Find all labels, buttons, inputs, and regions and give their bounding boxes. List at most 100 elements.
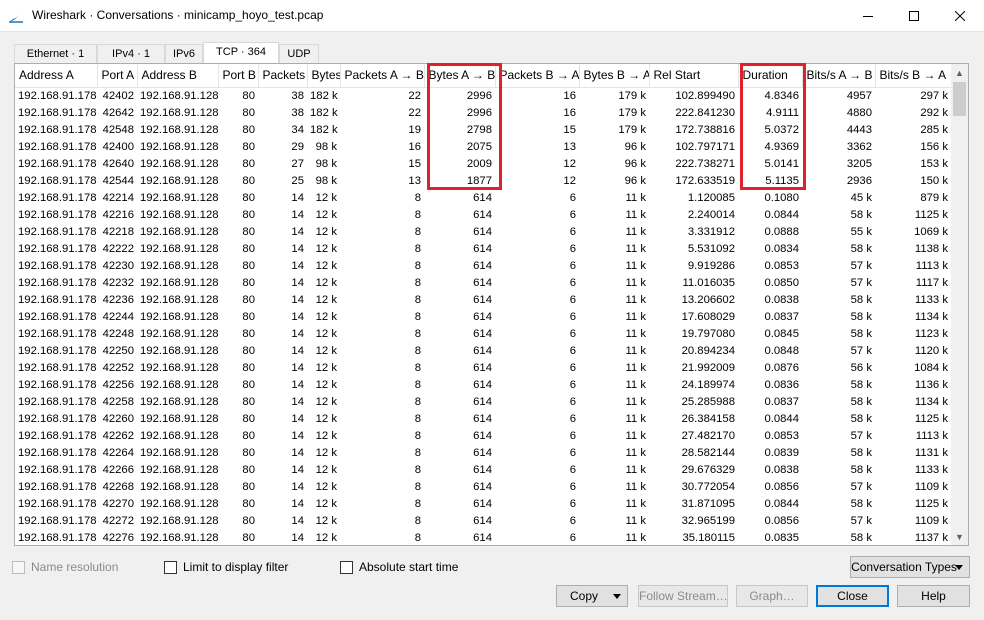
table-row[interactable]: 192.168.91.178 42250 192.168.91.128 80 14 12 … <box>15 343 951 360</box>
conversation-types-button[interactable]: Conversation Types <box>850 556 970 578</box>
column-header[interactable]: Duration <box>738 64 803 88</box>
copy-button[interactable]: Copy <box>556 585 628 607</box>
table-row[interactable]: 192.168.91.178 42272 192.168.91.128 80 14 12 … <box>15 513 951 530</box>
table-row[interactable]: 192.168.91.178 42270 192.168.91.128 80 14 12 … <box>15 496 951 513</box>
tab-ethernet[interactable]: Ethernet · 1 <box>14 44 97 64</box>
graph-button[interactable]: Graph… <box>736 585 808 607</box>
table-cell: 3205 <box>846 157 872 170</box>
table-cell: 192.168.91.128 <box>140 310 218 323</box>
table-cell: 12 k <box>315 480 337 493</box>
table-row[interactable]: 192.168.91.178 42642 192.168.91.128 80 38 182… <box>15 105 951 122</box>
table-cell: 12 k <box>315 191 337 204</box>
close-icon[interactable] <box>937 0 983 32</box>
table-cell: 12 k <box>315 293 337 306</box>
name-resolution-checkbox[interactable] <box>12 560 25 574</box>
column-header[interactable]: Packets B → A <box>495 64 580 88</box>
table-row[interactable]: 192.168.91.178 42402 192.168.91.128 80 38 182… <box>15 87 951 105</box>
column-header[interactable]: Bytes A → B <box>424 64 496 88</box>
column-header[interactable]: Bits/s B → A <box>875 64 952 88</box>
column-header[interactable]: Bytes <box>307 64 341 88</box>
table-cell: 1137 k <box>914 531 948 544</box>
column-header[interactable]: Packets A → B <box>340 64 425 88</box>
table-row[interactable]: 192.168.91.178 42230 192.168.91.128 80 14 12 … <box>15 258 951 275</box>
tab-tcp[interactable]: TCP · 364 <box>203 42 279 64</box>
close-button[interactable]: Close <box>816 585 889 607</box>
table-row[interactable]: 192.168.91.178 42232 192.168.91.128 80 14 12 … <box>15 275 951 292</box>
column-header[interactable]: Bits/s A → B <box>802 64 876 88</box>
table-cell: 58 k <box>850 531 872 544</box>
table-cell: 12 k <box>315 344 337 357</box>
table-cell: 8 <box>414 480 421 493</box>
column-header[interactable]: Address A <box>15 64 98 88</box>
column-header[interactable]: Address B <box>137 64 219 88</box>
table-cell: 614 <box>473 259 492 272</box>
vertical-scrollbar[interactable]: ▲ ▼ <box>951 64 968 545</box>
absolute-start-checkbox[interactable] <box>340 560 353 574</box>
limit-filter-option[interactable]: Limit to display filter <box>164 559 288 575</box>
table-cell: 1113 k <box>915 259 948 272</box>
table-row[interactable]: 192.168.91.178 42548 192.168.91.128 80 34 182… <box>15 122 951 139</box>
table-row[interactable]: 192.168.91.178 42236 192.168.91.128 80 14 12 … <box>15 292 951 309</box>
minimize-icon[interactable] <box>845 0 891 32</box>
table-cell: 192.168.91.178 <box>18 89 97 102</box>
table-cell: 11 k <box>625 531 646 544</box>
table-cell: 80 <box>242 378 255 391</box>
table-cell: 8 <box>414 191 421 204</box>
table-row[interactable]: 192.168.91.178 42216 192.168.91.128 80 14 12 … <box>15 207 951 224</box>
table-cell: 285 k <box>920 123 948 136</box>
table-cell: 80 <box>242 497 255 510</box>
table-cell: 192.168.91.178 <box>18 395 97 408</box>
table-row[interactable]: 192.168.91.178 42260 192.168.91.128 80 14 12 … <box>15 411 951 428</box>
scroll-thumb[interactable] <box>953 82 966 116</box>
table-cell: 4957 <box>846 89 872 102</box>
table-row[interactable]: 192.168.91.178 42262 192.168.91.128 80 14 12 … <box>15 428 951 445</box>
name-resolution-option[interactable]: Name resolution <box>12 559 118 575</box>
tab-udp[interactable]: UDP <box>279 44 319 64</box>
scroll-down-icon[interactable]: ▼ <box>951 528 968 545</box>
table-row[interactable]: 192.168.91.178 42258 192.168.91.128 80 14 12 … <box>15 394 951 411</box>
table-cell: 9.919286 <box>687 259 735 272</box>
table-row[interactable]: 192.168.91.178 42268 192.168.91.128 80 14 12 … <box>15 479 951 496</box>
table-cell: 96 k <box>624 157 646 170</box>
column-header[interactable]: Packets <box>258 64 308 88</box>
table-cell: 2996 <box>466 106 492 119</box>
dropdown-arrow-icon <box>613 594 621 599</box>
table-row[interactable]: 192.168.91.178 42222 192.168.91.128 80 14 12 … <box>15 241 951 258</box>
table-cell: 1123 k <box>914 327 948 340</box>
follow-stream-button[interactable]: Follow Stream… <box>638 585 728 607</box>
limit-filter-checkbox[interactable] <box>164 560 177 574</box>
tab-ipv6[interactable]: IPv6 <box>165 44 203 64</box>
absolute-start-option[interactable]: Absolute start time <box>340 559 458 575</box>
table-row[interactable]: 192.168.91.178 42544 192.168.91.128 80 25 98 … <box>15 173 951 190</box>
table-row[interactable]: 192.168.91.178 42266 192.168.91.128 80 14 12 … <box>15 462 951 479</box>
table-row[interactable]: 192.168.91.178 42640 192.168.91.128 80 27 98 … <box>15 156 951 173</box>
table-cell: 614 <box>473 446 492 459</box>
column-header[interactable]: Port A <box>97 64 138 88</box>
tab-ipv4[interactable]: IPv4 · 1 <box>97 44 165 64</box>
table-cell: 42640 <box>102 157 134 170</box>
help-button[interactable]: Help <box>897 585 970 607</box>
column-header[interactable]: Port B <box>218 64 259 88</box>
table-cell: 614 <box>473 378 492 391</box>
table-cell: 6 <box>569 225 576 238</box>
table-row[interactable]: 192.168.91.178 42248 192.168.91.128 80 14 12 … <box>15 326 951 343</box>
scroll-up-icon[interactable]: ▲ <box>951 64 968 81</box>
table-row[interactable]: 192.168.91.178 42256 192.168.91.128 80 14 12 … <box>15 377 951 394</box>
table-header: Address A Port A Address B Port B Packets Byt… <box>15 64 952 88</box>
table-cell: 21.992009 <box>681 361 735 374</box>
column-header[interactable]: Bytes B → A <box>579 64 650 88</box>
table-row[interactable]: 192.168.91.178 42252 192.168.91.128 80 14 12 … <box>15 360 951 377</box>
table-row[interactable]: 192.168.91.178 42276 192.168.91.128 80 14 12 … <box>15 530 951 546</box>
table-cell: 1136 k <box>914 378 948 391</box>
maximize-icon[interactable] <box>891 0 937 32</box>
table-cell: 192.168.91.178 <box>18 463 97 476</box>
table-row[interactable]: 192.168.91.178 42218 192.168.91.128 80 14 12 … <box>15 224 951 241</box>
table-cell: 192.168.91.128 <box>140 259 218 272</box>
table-row[interactable]: 192.168.91.178 42214 192.168.91.128 80 14 12 … <box>15 190 951 207</box>
table-row[interactable]: 192.168.91.178 42400 192.168.91.128 80 29 98 … <box>15 139 951 156</box>
table-cell: 192.168.91.178 <box>18 191 97 204</box>
column-header[interactable]: Rel Start <box>649 64 739 88</box>
table-cell: 22 <box>408 106 421 119</box>
table-row[interactable]: 192.168.91.178 42264 192.168.91.128 80 14 12 … <box>15 445 951 462</box>
table-row[interactable]: 192.168.91.178 42244 192.168.91.128 80 14 12 … <box>15 309 951 326</box>
